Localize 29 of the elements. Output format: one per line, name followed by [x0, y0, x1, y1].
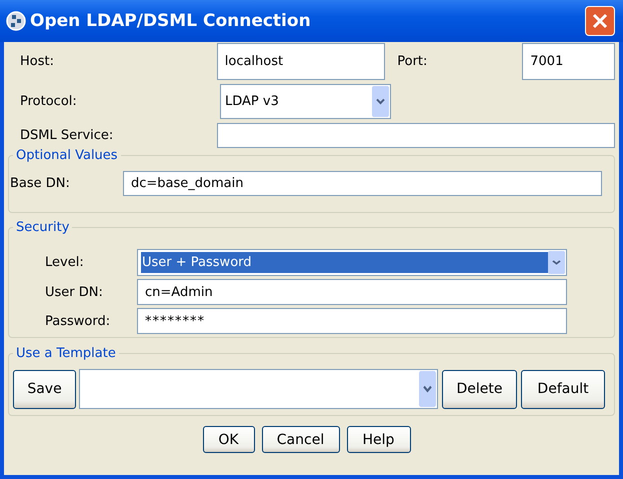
- level-dropdown[interactable]: User + Password: [137, 249, 567, 276]
- save-button[interactable]: Save: [13, 370, 76, 408]
- field-label: Protocol:: [19, 94, 78, 109]
- user-dn-field[interactable]: cn=Admin: [137, 279, 567, 305]
- base-dn-field[interactable]: dc=base_domain: [123, 171, 602, 196]
- default-button[interactable]: Default: [521, 370, 605, 408]
- port-field[interactable]: 7001: [522, 43, 615, 80]
- password-field[interactable]: ********: [137, 308, 567, 334]
- cancel-button[interactable]: Cancel: [262, 426, 340, 453]
- group-title: Use a Template: [15, 346, 117, 361]
- window-title: Open LDAP/DSML Connection: [30, 11, 311, 31]
- protocol-dropdown[interactable]: LDAP v3: [220, 84, 391, 119]
- field-label: Level:: [44, 255, 85, 270]
- field-label: User DN:: [44, 284, 104, 300]
- group-title: Security: [15, 220, 70, 235]
- field-label: Host:: [19, 54, 55, 69]
- delete-button[interactable]: Delete: [442, 370, 517, 408]
- close-icon: [592, 13, 608, 29]
- host-field[interactable]: localhost: [216, 43, 386, 80]
- ok-button[interactable]: OK: [202, 426, 254, 453]
- field-label: Port:: [397, 54, 428, 69]
- help-button[interactable]: Help: [346, 426, 410, 453]
- field-label: Password:: [44, 314, 112, 328]
- close-button[interactable]: [585, 6, 615, 36]
- group-title: Optional Values: [15, 148, 119, 163]
- template-dropdown[interactable]: [79, 369, 438, 409]
- field-label: DSML Service:: [19, 128, 114, 143]
- dsml-service-field[interactable]: [217, 123, 615, 148]
- field-label: Base DN:: [9, 176, 71, 191]
